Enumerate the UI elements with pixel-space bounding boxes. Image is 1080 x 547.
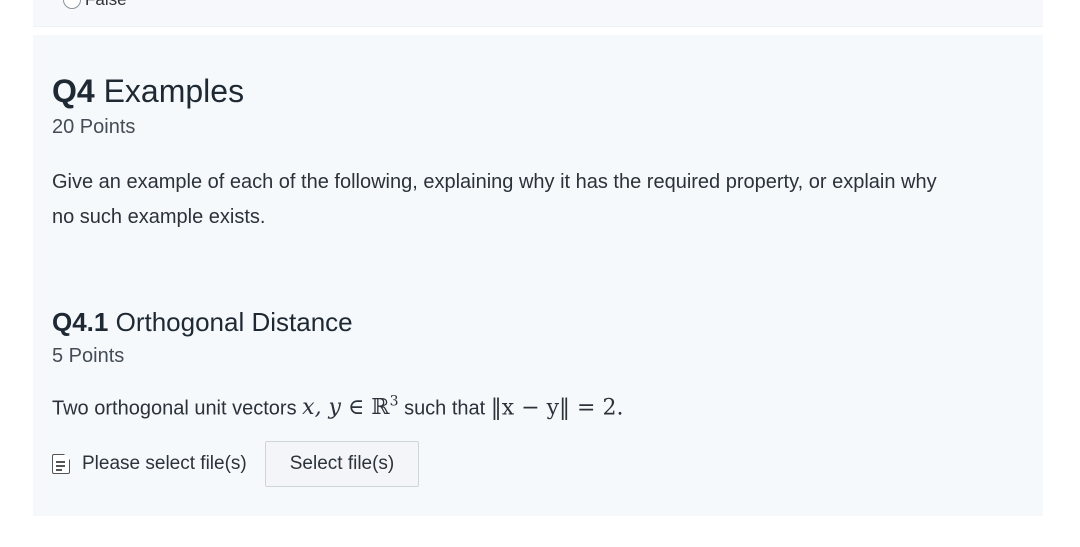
question-points: 20 Points [52, 116, 136, 138]
document-icon [52, 454, 70, 474]
question-description: Give an example of each of the following… [52, 171, 937, 228]
subquestion-title: Q4.1 Orthogonal Distance [52, 307, 353, 338]
math-vars: x, y [302, 395, 341, 421]
question-title: Q4 Examples [52, 73, 244, 110]
prompt-prefix: Two orthogonal unit vectors [52, 397, 297, 420]
math-norm-expression: ‖x − y‖ = 2. [490, 395, 624, 421]
subquestion-title-text: Orthogonal Distance [115, 307, 353, 337]
question-number: Q4 [52, 73, 95, 109]
question-title-text: Examples [103, 73, 245, 109]
prompt-mid: such that [404, 397, 486, 420]
select-files-button[interactable]: Select file(s) [264, 441, 420, 487]
previous-question-card: False [33, 0, 1043, 27]
subquestion-number: Q4.1 [52, 307, 109, 337]
subquestion-points: 5 Points [52, 345, 125, 367]
false-option-radio[interactable] [63, 0, 81, 9]
math-element-of: ∈ [347, 395, 365, 421]
subquestion-prompt: Two orthogonal unit vectors x, y ∈ ℝ3 su… [52, 394, 623, 420]
math-expression-vectors: x, y ∈ ℝ3 [302, 394, 399, 421]
file-status-text: Please select file(s) [82, 453, 247, 474]
false-option-label: False [85, 0, 127, 10]
file-upload-row: Please select file(s) Select file(s) [52, 441, 420, 487]
question-card: Q4 Examples 20 Points Give an example of… [33, 35, 1043, 516]
math-set: ℝ [371, 395, 390, 421]
math-exponent: 3 [389, 394, 399, 410]
